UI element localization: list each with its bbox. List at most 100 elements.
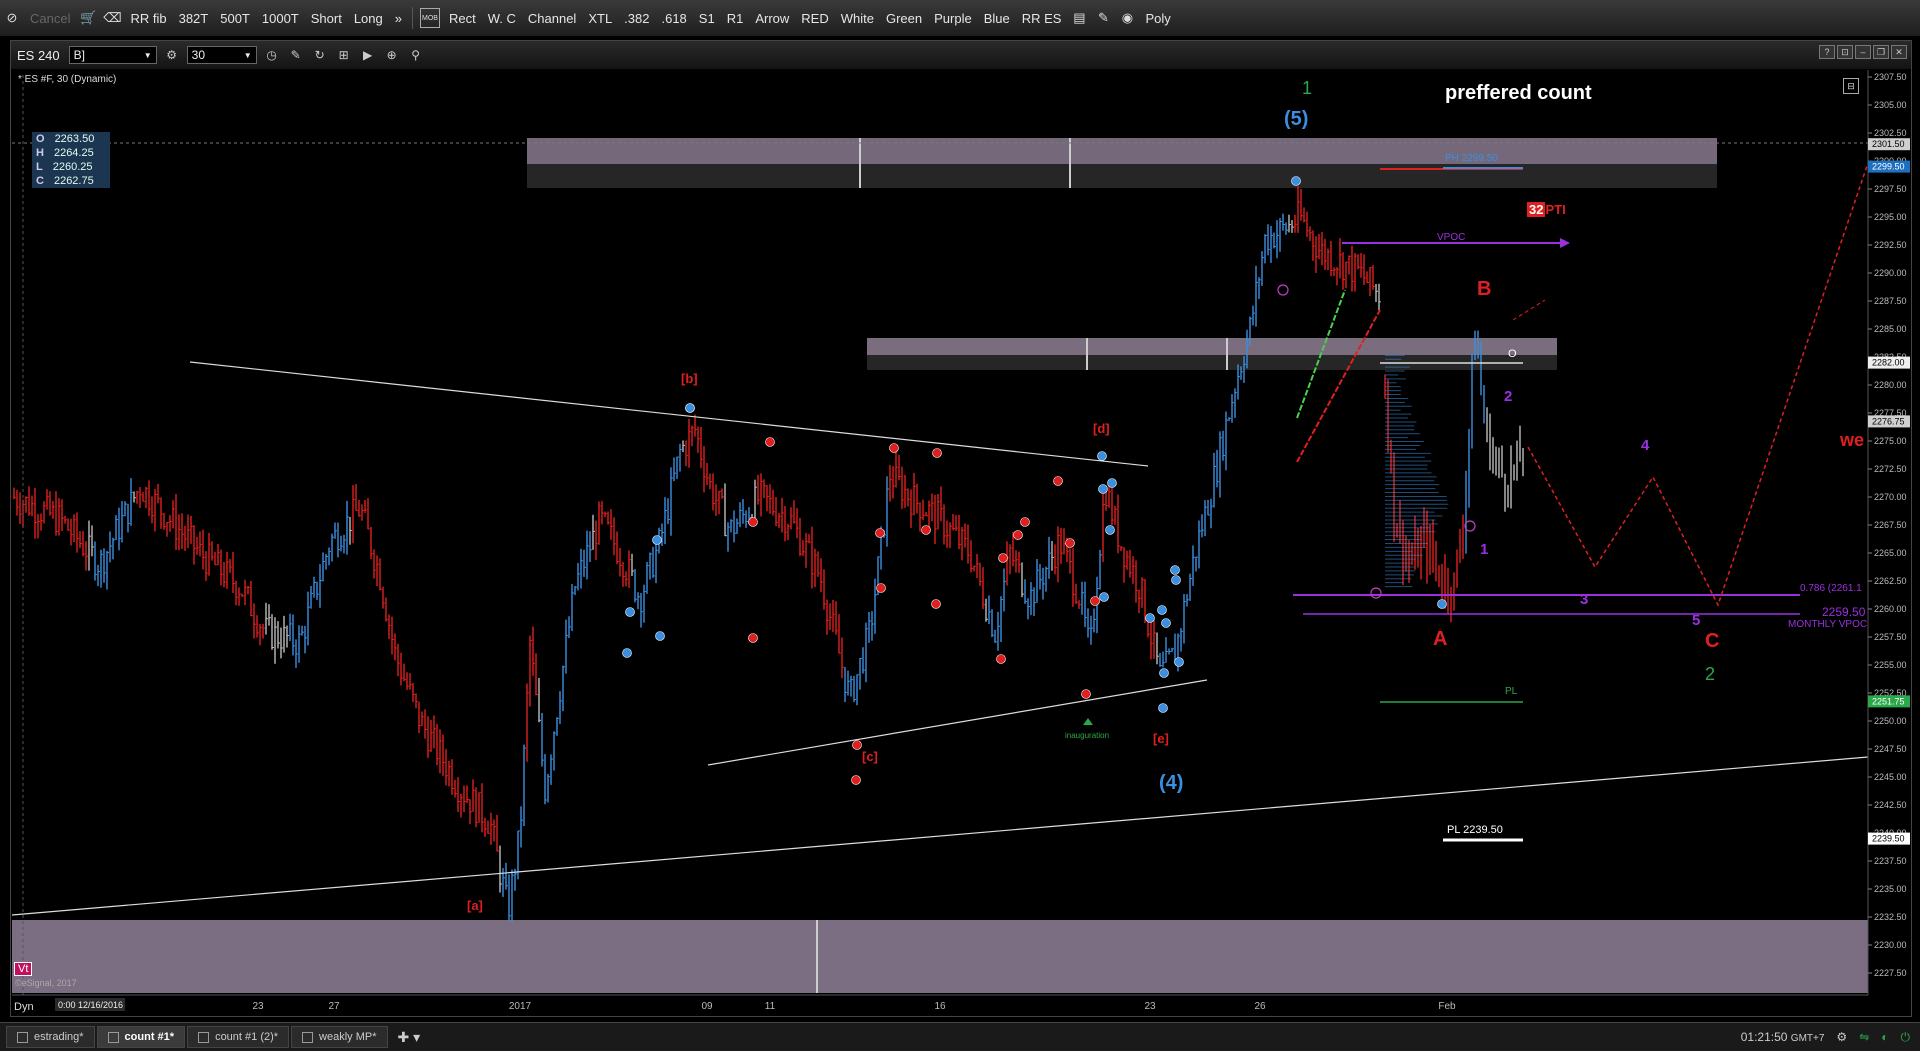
- hatch-icon[interactable]: ▤: [1070, 9, 1088, 27]
- tab-label: weakly MP*: [319, 1031, 377, 1043]
- toolbar-s1[interactable]: S1: [693, 11, 721, 26]
- add-tab-icon[interactable]: ✚ ▾: [398, 1029, 421, 1046]
- wave-e-minor-label: [e]: [1153, 731, 1169, 746]
- tab-label: count #1 (2)*: [215, 1031, 279, 1043]
- power-icon[interactable]: ⏻: [1901, 1030, 1911, 1045]
- open-label: O: [36, 133, 45, 145]
- zoom-icon[interactable]: ⊕: [382, 45, 402, 65]
- pencil-icon[interactable]: ✎: [286, 45, 306, 65]
- monthly-vpoc-label: MONTHLY VPOC: [1788, 619, 1868, 630]
- chart-menu-icon[interactable]: ⊟: [1843, 78, 1859, 94]
- toolbar-rr-es[interactable]: RR ES: [1016, 11, 1068, 26]
- toolbar-500t[interactable]: 500T: [214, 11, 256, 26]
- window-controls: ? ⊡ – ❐ ✕: [1819, 45, 1907, 59]
- network-icon[interactable]: ◐: [1881, 1030, 1888, 1044]
- tab-checkbox[interactable]: [17, 1031, 28, 1043]
- ph-label: PH 2299.50: [1445, 153, 1498, 164]
- tab-2[interactable]: count #1 (2)*: [187, 1026, 290, 1048]
- gear-icon[interactable]: ⚙: [1836, 1030, 1847, 1044]
- play-icon[interactable]: ▶: [358, 45, 378, 65]
- mob-icon[interactable]: MOB: [419, 8, 440, 28]
- cart-icon[interactable]: 🛒: [79, 9, 97, 27]
- refresh-icon[interactable]: ↻: [310, 45, 330, 65]
- wave-b-label: B: [1477, 278, 1492, 300]
- minimize-icon[interactable]: –: [1855, 45, 1871, 59]
- toolbar-1000t[interactable]: 1000T: [256, 11, 305, 26]
- toolbar-blue[interactable]: Blue: [978, 11, 1016, 26]
- tab-3[interactable]: weakly MP*: [291, 1026, 388, 1048]
- toolbar-382t[interactable]: 382T: [173, 11, 215, 26]
- connection-icon[interactable]: ⇋: [1859, 1030, 1869, 1044]
- restore-icon[interactable]: ❐: [1873, 45, 1889, 59]
- toolbar-green[interactable]: Green: [880, 11, 928, 26]
- link-icon[interactable]: ⊡: [1837, 45, 1853, 59]
- esignal-copyright: ©eSignal, 2017: [15, 978, 77, 988]
- help-icon[interactable]: ?: [1819, 45, 1835, 59]
- pencil-icon[interactable]: ✎: [1094, 9, 1112, 27]
- tab-label: estrading*: [34, 1031, 84, 1043]
- purple-wave-3-label: 3: [1580, 591, 1589, 608]
- toolbar-purple[interactable]: Purple: [928, 11, 978, 26]
- eye-icon[interactable]: ◉: [1118, 9, 1136, 27]
- wave-c-minor-label: [c]: [862, 749, 878, 764]
- tab-checkbox[interactable]: [198, 1031, 210, 1043]
- vt-badge[interactable]: Vt: [14, 962, 33, 976]
- tab-checkbox[interactable]: [302, 1031, 314, 1043]
- study-icon[interactable]: ⊞: [334, 45, 354, 65]
- purple-wave-1-label: 1: [1480, 541, 1489, 558]
- status-bar: 01:21:50 GMT+7 ⚙ ⇋ ◐ ⏻: [1741, 1023, 1910, 1051]
- wave-d-minor-label: [d]: [1093, 421, 1110, 436]
- status-time: 01:21:50: [1740, 1030, 1788, 1044]
- pti-text: PTI: [1545, 202, 1566, 217]
- low-label: L: [36, 161, 43, 173]
- toolbar-xtl[interactable]: XTL: [582, 11, 618, 26]
- chart-window-toolbar: ES 240 B] ▼ ⚙ 30 ▼ ◷ ✎ ↻ ⊞ ▶ ⊕ ⚲ ? ⊡ – ❐…: [11, 41, 1911, 69]
- settings-icon[interactable]: ⚙: [162, 45, 182, 65]
- tab-list: estrading* count #1* count #1 (2)* weakly M…: [0, 1026, 390, 1048]
- toolbar-poly[interactable]: Poly: [1139, 11, 1176, 26]
- close-label: C: [36, 175, 44, 187]
- symbol-combo-value: B]: [73, 48, 85, 62]
- chevron-down-icon: ▼: [243, 50, 252, 60]
- eraser-icon[interactable]: ⌫: [103, 9, 121, 27]
- wrench-icon[interactable]: ⚲: [406, 45, 426, 65]
- toolbar-short[interactable]: Short: [305, 11, 348, 26]
- toolbar-long[interactable]: Long: [348, 11, 389, 26]
- toolbar-red[interactable]: RED: [795, 11, 834, 26]
- toolbar-white[interactable]: White: [835, 11, 880, 26]
- chart-window: ES 240 B] ▼ ⚙ 30 ▼ ◷ ✎ ↻ ⊞ ▶ ⊕ ⚲ ? ⊡ – ❐…: [10, 40, 1912, 1017]
- vpoc-price-label: 2259.50: [1822, 605, 1866, 619]
- clock-icon[interactable]: ◷: [262, 45, 282, 65]
- wave-c-label: C: [1705, 630, 1720, 652]
- symbol-combo[interactable]: B] ▼: [68, 46, 157, 64]
- close-icon[interactable]: ✕: [1891, 45, 1907, 59]
- chevron-down-icon: ▼: [143, 50, 152, 60]
- ohlc-close: C 2262.75: [32, 174, 110, 188]
- toolbar-382[interactable]: .382: [618, 11, 655, 26]
- toolbar-rr-fib[interactable]: RR fib: [124, 11, 172, 26]
- wave-a-minor-label: [a]: [467, 898, 483, 913]
- close-value: 2262.75: [53, 175, 94, 187]
- tab-1[interactable]: count #1*: [96, 1026, 186, 1048]
- chart-title: * ES #F, 30 (Dynamic): [18, 74, 117, 85]
- toolbar-channel[interactable]: Channel: [522, 11, 582, 26]
- tab-checkbox[interactable]: [107, 1031, 119, 1043]
- toolbar-arrow[interactable]: Arrow: [749, 11, 795, 26]
- symbol-label[interactable]: ES 240: [11, 48, 66, 63]
- interval-combo[interactable]: 30 ▼: [186, 46, 257, 64]
- toolbar-cancel[interactable]: Cancel: [24, 11, 76, 26]
- tab-0[interactable]: estrading*: [6, 1026, 95, 1048]
- o-level-label: O: [1508, 348, 1517, 360]
- wave-b-minor-label: [b]: [681, 371, 698, 386]
- drawing-toolbar: ⊘ Cancel 🛒 ⌫ RR fib 382T 500T 1000T Shor…: [0, 0, 1920, 37]
- toolbar-rect[interactable]: Rect: [443, 11, 482, 26]
- low-value: 2260.25: [52, 161, 93, 173]
- green-wave-2-label: 2: [1705, 664, 1716, 684]
- toolbar-r1[interactable]: R1: [721, 11, 750, 26]
- fib-786-label: 0.786 (2261.1: [1800, 583, 1862, 594]
- cursor-tool-icon[interactable]: ⊘: [3, 9, 21, 27]
- wave-5-label: (5): [1284, 108, 1309, 130]
- toolbar-wc[interactable]: W. C: [482, 11, 522, 26]
- toolbar-618[interactable]: .618: [655, 11, 692, 26]
- toolbar-overflow[interactable]: »: [389, 11, 408, 26]
